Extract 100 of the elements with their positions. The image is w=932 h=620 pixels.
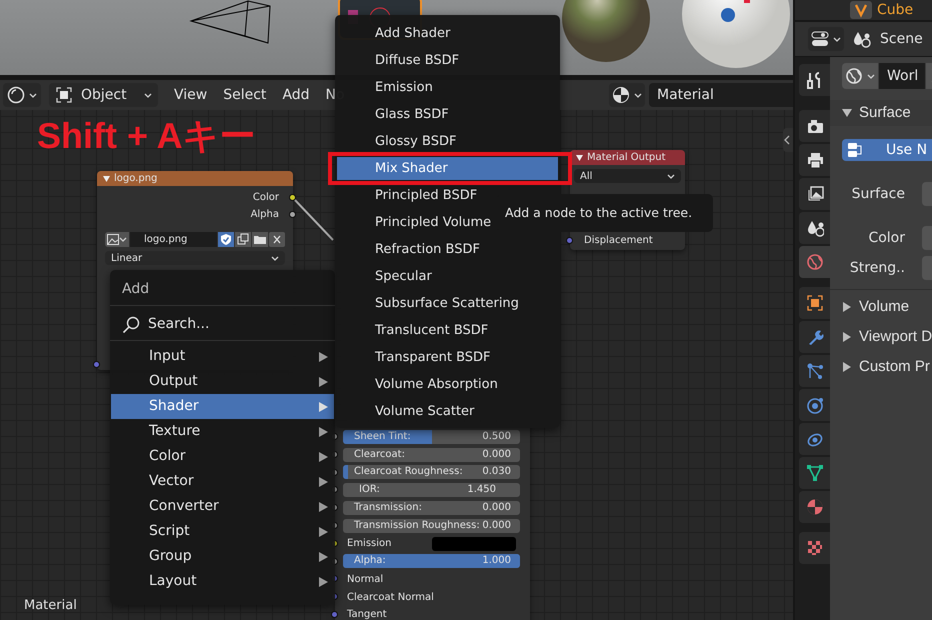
properties-tab[interactable] <box>799 144 830 176</box>
caret-icon <box>667 172 675 180</box>
properties-tab[interactable] <box>799 287 830 319</box>
properties-tab[interactable] <box>799 321 830 353</box>
properties-tab[interactable] <box>799 389 830 421</box>
tree-name-label: Material <box>24 596 77 614</box>
properties-tab[interactable] <box>799 423 830 455</box>
number-field[interactable]: IOR: 1.450 <box>343 483 520 498</box>
collapse-triangle-icon[interactable] <box>103 176 110 182</box>
annotation-text: Shift + Aキー <box>37 116 256 156</box>
node-link <box>292 197 336 243</box>
properties-tab[interactable] <box>799 491 830 523</box>
menu-item[interactable]: Script <box>111 519 334 544</box>
interpolation-dropdown[interactable]: Linear <box>105 251 285 265</box>
close-button[interactable] <box>269 232 285 247</box>
editor-type-dropdown[interactable] <box>3 83 41 107</box>
properties-tab[interactable] <box>799 64 830 96</box>
value-slider[interactable]: Clearcoat: 0.000 <box>343 448 520 462</box>
socket-dot[interactable] <box>566 237 573 244</box>
fake-user-shield-button[interactable] <box>218 232 234 247</box>
socket-dot[interactable] <box>331 610 338 618</box>
scene-name[interactable]: Scene <box>880 28 923 50</box>
properties-tab[interactable] <box>799 355 830 387</box>
value-slider[interactable]: Sheen Tint: 0.500 <box>343 430 520 444</box>
socket-dot[interactable] <box>289 211 296 218</box>
value-slider[interactable]: Transmission: 0.000 <box>343 501 520 516</box>
value-slider[interactable]: Alpha: 1.000 <box>343 554 520 568</box>
shader-type-field[interactable]: Material <box>649 83 793 107</box>
disclosure-triangle-icon[interactable] <box>842 302 852 312</box>
caret-icon <box>29 90 37 100</box>
properties-tab[interactable] <box>799 212 830 244</box>
menu-item[interactable]: Input <box>111 344 334 369</box>
submenu-arrow-icon <box>319 526 328 536</box>
menu-item[interactable]: Color <box>111 444 334 469</box>
menu-item[interactable]: Vector <box>111 469 334 494</box>
editor-type-dropdown[interactable] <box>808 27 844 51</box>
object-icon <box>806 294 824 312</box>
value-slider[interactable]: Transmission Roughness: 0.000 <box>343 518 520 533</box>
particles-icon <box>806 362 824 380</box>
duplicate-button[interactable] <box>235 232 251 247</box>
node-title: logo.png <box>114 172 158 186</box>
image-browse-button[interactable] <box>105 232 129 247</box>
menu-item[interactable]: Subsurface Scattering <box>337 292 558 315</box>
menu-item[interactable]: View <box>166 84 216 106</box>
outliner-item-label[interactable]: Cube <box>877 0 914 20</box>
socket-dot[interactable] <box>93 361 100 368</box>
panel-header[interactable]: Surface <box>830 100 932 126</box>
menu-item[interactable]: Diffuse BSDF <box>337 49 558 72</box>
target-dropdown[interactable]: All <box>574 169 681 183</box>
socket-label: Normal <box>346 572 384 587</box>
shader-type-dropdown[interactable] <box>609 83 645 107</box>
disclosure-triangle-icon[interactable] <box>842 332 852 342</box>
folder-button[interactable] <box>252 232 268 247</box>
menu-item[interactable]: Translucent BSDF <box>337 319 558 342</box>
mesh-object-icon <box>850 1 872 19</box>
menu-item[interactable]: Group <box>111 544 334 569</box>
shader-editor-icon <box>7 86 25 104</box>
submenu-arrow-icon <box>319 376 328 386</box>
menu-item[interactable]: Add <box>274 84 318 106</box>
image-name-field[interactable]: logo.png <box>130 232 217 247</box>
world-browse-button[interactable] <box>842 63 878 89</box>
menu-item[interactable]: Volume Absorption <box>337 373 558 396</box>
menu-item[interactable]: Specular <box>337 265 558 288</box>
scene-icon <box>852 30 872 48</box>
menu-item[interactable]: Converter <box>111 494 334 519</box>
field-label: Color <box>867 228 905 248</box>
menu-item[interactable]: Transparent BSDF <box>337 346 558 369</box>
submenu-arrow-icon <box>319 352 328 362</box>
menu-item[interactable]: Glass BSDF <box>337 103 558 126</box>
use-nodes-button[interactable]: Use N <box>842 139 932 161</box>
material-sphere-icon <box>806 498 824 516</box>
menu-item[interactable]: Add Shader <box>337 22 558 45</box>
menu-item[interactable]: Output <box>111 369 334 394</box>
socket-label: Displacement <box>584 235 653 246</box>
menu-item[interactable]: Layout <box>111 569 334 594</box>
menu-item[interactable]: Shader <box>111 394 334 419</box>
menu-item[interactable]: Texture <box>111 419 334 444</box>
collapse-triangle-icon[interactable] <box>576 154 583 160</box>
sidebar-toggle[interactable] <box>783 128 793 152</box>
checkerboard-icon <box>806 539 824 557</box>
properties-tab[interactable] <box>799 457 830 489</box>
properties-tab[interactable] <box>799 110 830 142</box>
socket-label: Tangent <box>346 608 387 620</box>
properties-tab[interactable] <box>799 178 830 210</box>
properties-tab[interactable] <box>799 532 830 564</box>
color-swatch[interactable] <box>432 536 516 551</box>
socket-dot[interactable] <box>289 194 296 201</box>
disclosure-triangle-icon[interactable] <box>842 362 852 372</box>
disclosure-triangle-icon[interactable] <box>842 108 852 118</box>
menu-item[interactable]: Select <box>215 84 274 106</box>
menu-item[interactable]: Volume Scatter <box>337 400 558 423</box>
panel-header[interactable]: Volume <box>830 294 932 320</box>
value-slider[interactable]: Clearcoat Roughness: 0.030 <box>343 465 520 480</box>
menu-item[interactable]: Refraction BSDF <box>337 238 558 261</box>
menu-item[interactable]: Glossy BSDF <box>337 130 558 153</box>
panel-header[interactable]: Custom Pr <box>830 354 932 380</box>
world-name-field[interactable]: Worl <box>879 63 925 89</box>
object-dropdown[interactable]: Object <box>49 83 158 107</box>
panel-header[interactable]: Viewport D <box>830 324 932 350</box>
menu-item[interactable]: Mix Shader <box>337 157 558 180</box>
